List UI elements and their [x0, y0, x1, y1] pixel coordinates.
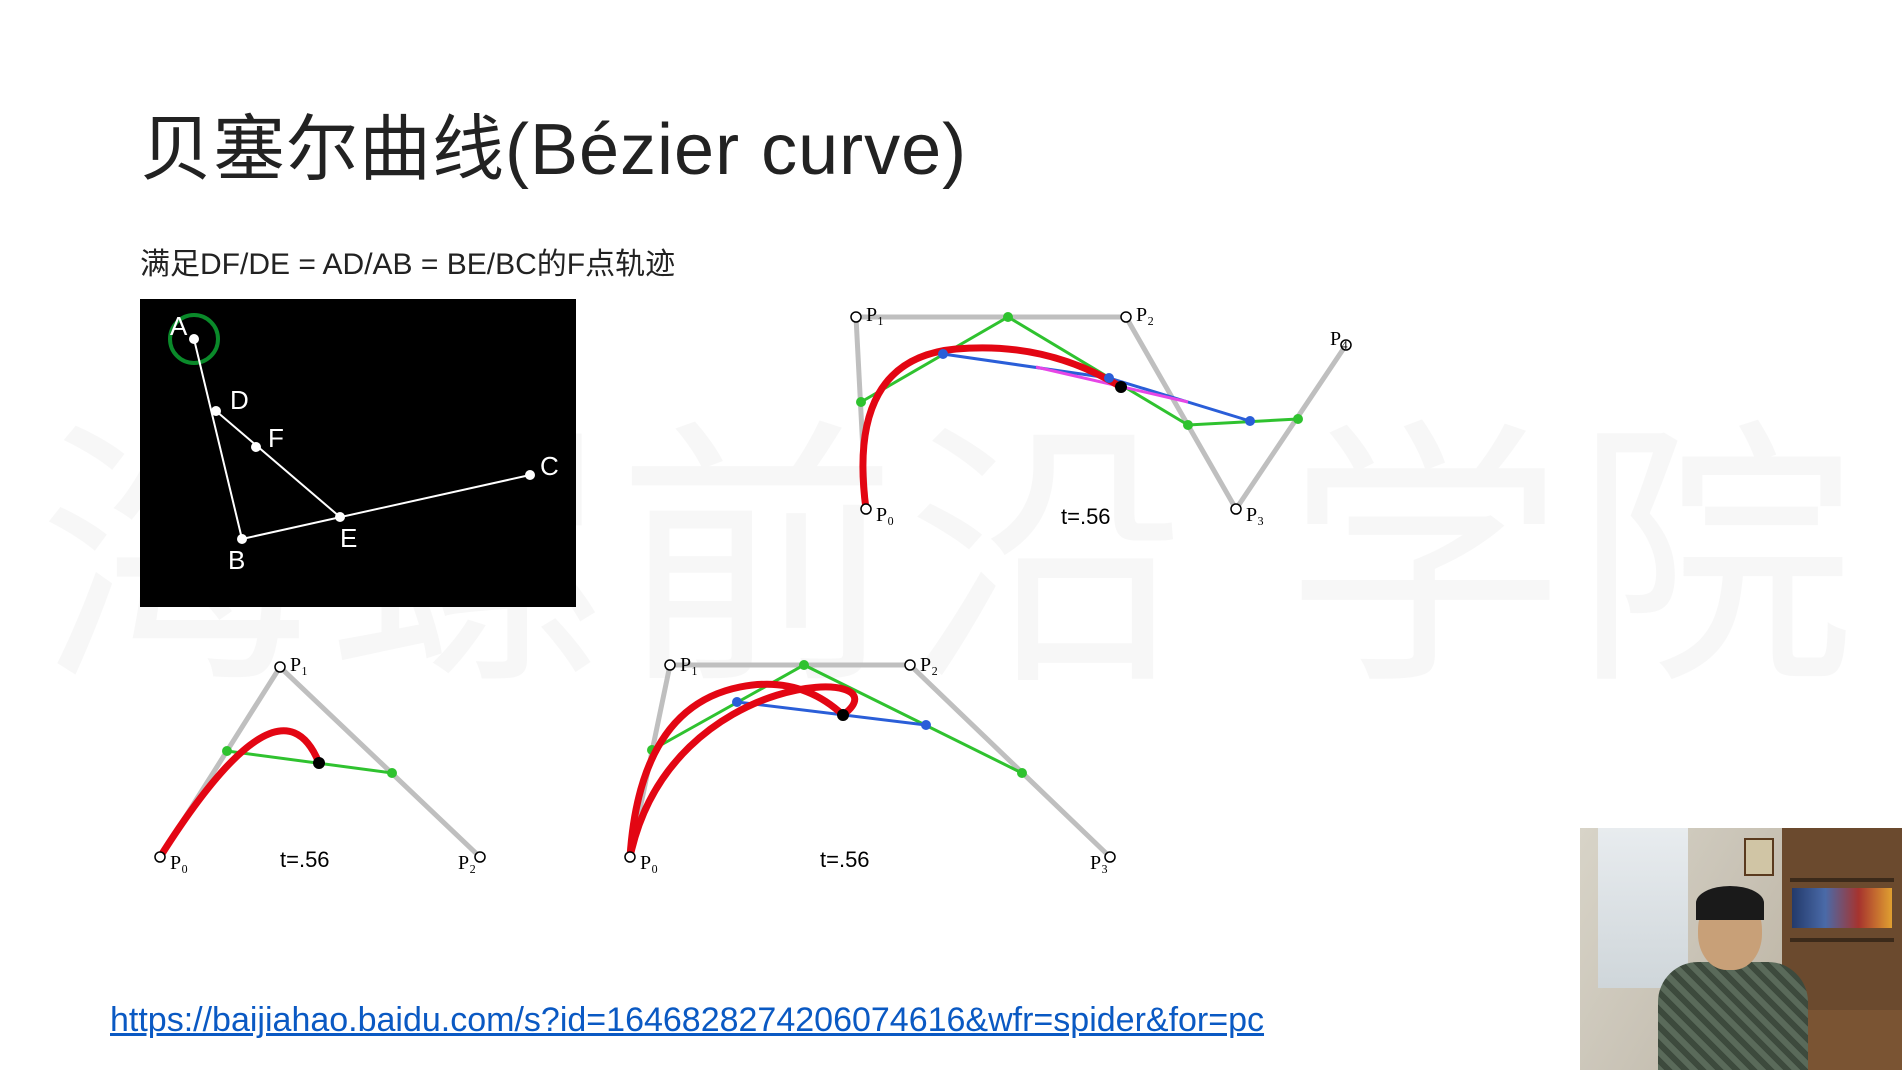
label-P0: P₀	[876, 504, 894, 526]
label-c-P1: P₁	[680, 654, 698, 676]
label-q-P1: P₁	[290, 654, 308, 676]
diagram-construction: A B C D E F	[140, 299, 576, 607]
t-label-quadratic: t=.56	[280, 847, 330, 873]
label-P4: P₄	[1330, 328, 1348, 350]
slide-title: 贝塞尔曲线(Bézier curve)	[140, 90, 1762, 195]
slide-subtitle: 满足DF/DE = AD/AB = BE/BC的F点轨迹	[140, 239, 1762, 283]
label-A: A	[170, 311, 188, 341]
t-label-cubic: t=.56	[820, 847, 870, 873]
diagram-quartic-bezier: P₀ P₁ P₂ P₃ P₄ t=.56	[836, 299, 1376, 539]
label-D: D	[230, 385, 249, 415]
label-P1: P₁	[866, 304, 884, 326]
presenter-webcam	[1580, 828, 1902, 1070]
label-F: F	[268, 423, 284, 453]
label-P3: P₃	[1246, 504, 1264, 526]
source-link[interactable]: https://baijiahao.baidu.com/s?id=1646828…	[110, 1001, 1264, 1040]
t-label-quartic: t=.56	[1061, 504, 1111, 530]
label-C: C	[540, 451, 559, 481]
label-q-P2: P₂	[458, 852, 476, 874]
label-c-P3: P₃	[1090, 852, 1108, 874]
label-q-P0: P₀	[170, 852, 188, 874]
label-c-P2: P₂	[920, 654, 938, 676]
label-E: E	[340, 523, 357, 553]
label-P2: P₂	[1136, 304, 1154, 326]
diagram-cubic-bezier: P₀ P₁ P₂ P₃ t=.56	[600, 647, 1140, 877]
diagram-quadratic-bezier: P₀ P₁ P₂ t=.56	[140, 647, 500, 877]
label-B: B	[228, 545, 245, 575]
label-c-P0: P₀	[640, 852, 658, 874]
